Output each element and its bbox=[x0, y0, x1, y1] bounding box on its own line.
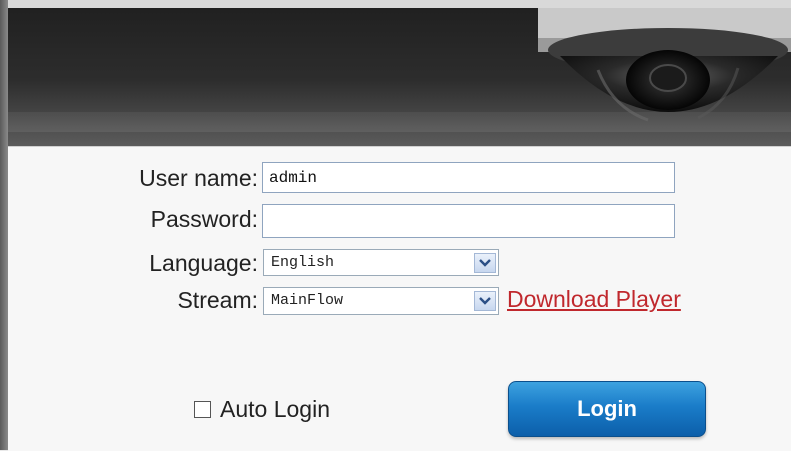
login-button[interactable]: Login bbox=[508, 381, 706, 437]
password-field[interactable] bbox=[262, 204, 675, 238]
language-label: Language: bbox=[149, 250, 258, 276]
stream-select[interactable]: MainFlow bbox=[263, 287, 499, 315]
auto-login-checkbox[interactable] bbox=[194, 401, 211, 418]
password-input[interactable] bbox=[263, 205, 674, 237]
username-label: User name: bbox=[139, 165, 258, 191]
username-field[interactable] bbox=[262, 162, 675, 193]
header-banner bbox=[8, 0, 791, 146]
chevron-down-icon[interactable] bbox=[474, 291, 496, 311]
auto-login-label: Auto Login bbox=[220, 396, 330, 422]
username-input[interactable] bbox=[263, 163, 674, 192]
window-left-edge bbox=[0, 0, 8, 450]
password-label: Password: bbox=[150, 206, 258, 232]
language-select[interactable]: English bbox=[263, 249, 499, 276]
banner-top-edge bbox=[8, 0, 791, 8]
download-player-link[interactable]: Download Player bbox=[507, 286, 681, 313]
chevron-down-icon[interactable] bbox=[474, 253, 496, 273]
stream-label: Stream: bbox=[177, 287, 258, 313]
stream-value: MainFlow bbox=[271, 292, 344, 309]
dome-camera-icon bbox=[538, 8, 791, 122]
language-value: English bbox=[271, 254, 335, 271]
